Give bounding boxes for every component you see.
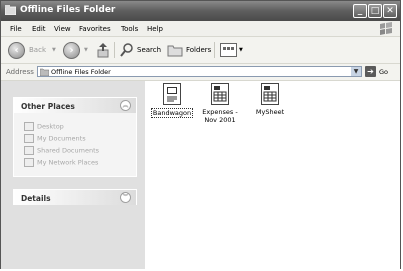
- menu-view[interactable]: View: [54, 25, 71, 33]
- address-bar: Address Offline Files Folder ▼ ➔ Go: [1, 64, 400, 81]
- toolbar-separator: [214, 42, 215, 58]
- place-desktop[interactable]: Desktop: [24, 122, 64, 131]
- other-places-title: Other Places: [21, 102, 75, 111]
- maximize-icon: □: [370, 6, 380, 16]
- back-label: Back: [29, 46, 46, 54]
- document-icon: [163, 83, 181, 105]
- go-arrow-icon[interactable]: ➔: [365, 66, 376, 77]
- file-label: Bandwagon: [150, 108, 194, 118]
- spreadsheet-icon: [261, 83, 279, 105]
- menu-edit[interactable]: Edit: [32, 25, 46, 33]
- search-icon: [120, 43, 133, 57]
- views-button[interactable]: ▼: [220, 40, 243, 60]
- go-button[interactable]: Go: [379, 68, 388, 76]
- search-button[interactable]: Search: [120, 40, 161, 60]
- desktop-icon: [24, 122, 34, 131]
- window-title: Offline Files Folder: [20, 5, 116, 15]
- other-places-header[interactable]: Other Places ︽: [14, 98, 136, 113]
- views-icon: [220, 43, 237, 57]
- chevron-down-icon: ▼: [239, 47, 243, 53]
- windows-logo-icon: [376, 22, 396, 36]
- expand-chevron-icon[interactable]: ︾: [120, 192, 131, 203]
- toolbar-separator: [114, 42, 115, 58]
- back-arrow-icon: ‹: [8, 41, 25, 59]
- forward-button[interactable]: › ▼: [63, 40, 88, 60]
- collapse-chevron-icon[interactable]: ︽: [120, 100, 131, 111]
- minimize-button[interactable]: _: [353, 4, 367, 18]
- place-label: My Documents: [37, 134, 86, 143]
- folder-icon: [4, 5, 17, 16]
- explorer-window: Offline Files Folder _ □ ✕ File Edit Vie…: [0, 0, 401, 269]
- address-dropdown-icon[interactable]: ▼: [351, 67, 361, 76]
- address-value: Offline Files Folder: [51, 68, 111, 76]
- spreadsheet-icon: [211, 83, 229, 105]
- menu-favorites[interactable]: Favorites: [79, 25, 111, 33]
- shared-documents-icon: [24, 146, 34, 155]
- forward-arrow-icon: ›: [63, 41, 80, 59]
- folders-label: Folders: [186, 46, 212, 54]
- back-button[interactable]: ‹ Back ▼: [8, 40, 56, 60]
- place-my-documents[interactable]: My Documents: [24, 134, 86, 143]
- up-folder-icon: [97, 43, 109, 58]
- network-places-icon: [24, 158, 34, 167]
- minimize-icon: _: [357, 6, 363, 16]
- place-label: Desktop: [37, 122, 64, 131]
- maximize-button[interactable]: □: [368, 4, 382, 18]
- menu-bar: File Edit View Favorites Tools Help: [1, 21, 400, 37]
- place-my-network-places[interactable]: My Network Places: [24, 158, 98, 167]
- title-bar[interactable]: Offline Files Folder _ □ ✕: [1, 1, 400, 21]
- other-places-panel: Other Places ︽ Desktop My Documents Shar…: [13, 97, 137, 177]
- chevron-down-icon: ▼: [84, 47, 88, 53]
- chevron-down-icon: ▼: [52, 47, 56, 53]
- file-item-mysheet[interactable]: MySheet: [245, 83, 295, 116]
- search-label: Search: [137, 46, 162, 54]
- file-label: Expenses - Nov 2001: [202, 108, 238, 124]
- folders-button[interactable]: Folders: [167, 40, 211, 60]
- my-documents-icon: [24, 134, 34, 143]
- folder-icon: [40, 68, 49, 76]
- address-input[interactable]: Offline Files Folder ▼: [37, 66, 362, 77]
- task-pane: Other Places ︽ Desktop My Documents Shar…: [1, 81, 145, 269]
- file-item-expenses-nov-2001[interactable]: Expenses - Nov 2001: [195, 83, 245, 124]
- menu-tools[interactable]: Tools: [121, 25, 138, 33]
- details-title: Details: [21, 194, 51, 203]
- file-list: Bandwagon Expenses - Nov 2001 MySheet: [145, 81, 400, 269]
- place-shared-documents[interactable]: Shared Documents: [24, 146, 99, 155]
- close-icon: ✕: [386, 6, 394, 16]
- details-panel: Details ︾: [13, 189, 137, 205]
- close-button[interactable]: ✕: [383, 4, 397, 18]
- address-label: Address: [6, 68, 34, 76]
- toolbar: ‹ Back ▼ › ▼ Search Folders ▼: [1, 37, 400, 64]
- details-header[interactable]: Details ︾: [14, 190, 136, 205]
- menu-file[interactable]: File: [10, 25, 22, 33]
- up-folder-button[interactable]: [96, 40, 110, 60]
- place-label: My Network Places: [37, 158, 99, 167]
- file-label: MySheet: [255, 108, 285, 116]
- file-item-bandwagon[interactable]: Bandwagon: [147, 83, 197, 118]
- menu-help[interactable]: Help: [147, 25, 163, 33]
- place-label: Shared Documents: [37, 146, 100, 155]
- folders-icon: [167, 45, 183, 57]
